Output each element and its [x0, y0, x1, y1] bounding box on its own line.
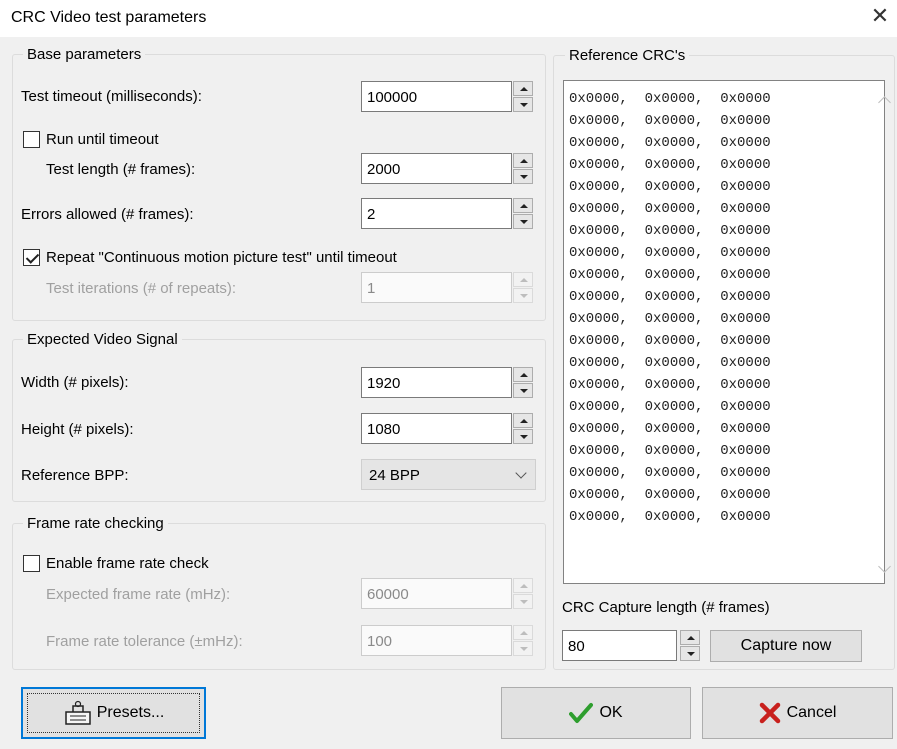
- crc-row: 0x0000, 0x0000, 0x0000: [569, 91, 771, 107]
- enable-frame-rate-label: Enable frame rate check: [46, 555, 209, 572]
- width-input[interactable]: 1920: [361, 367, 512, 398]
- spin-up-icon[interactable]: [513, 153, 533, 168]
- ok-button[interactable]: OK: [501, 687, 691, 739]
- run-until-timeout-label: Run until timeout: [46, 131, 159, 148]
- expected-frame-rate-spinner[interactable]: [513, 578, 533, 609]
- spin-up-icon[interactable]: [680, 630, 700, 645]
- repeat-test-label: Repeat "Continuous motion picture test" …: [46, 249, 397, 266]
- capture-length-spinner[interactable]: [680, 630, 700, 661]
- reference-crc-list: 0x0000, 0x0000, 0x0000 0x0000, 0x0000, 0x…: [569, 88, 771, 528]
- height-input[interactable]: 1080: [361, 413, 512, 444]
- crc-row: 0x0000, 0x0000, 0x0000: [569, 443, 771, 459]
- spin-down-icon[interactable]: [513, 97, 533, 112]
- test-iterations-spinner[interactable]: [513, 272, 533, 303]
- capture-length-label: CRC Capture length (# frames): [562, 599, 770, 616]
- crc-row: 0x0000, 0x0000, 0x0000: [569, 509, 771, 525]
- test-length-spinner[interactable]: [513, 153, 533, 184]
- spin-up-icon[interactable]: [513, 578, 533, 593]
- repeat-test-checkbox[interactable]: [23, 249, 40, 266]
- test-iterations-label: Test iterations (# of repeats):: [46, 280, 237, 297]
- reference-bpp-value: 24 BPP: [369, 467, 420, 484]
- ok-label: OK: [599, 704, 623, 721]
- width-label: Width (# pixels):: [21, 374, 129, 391]
- spin-up-icon[interactable]: [513, 413, 533, 428]
- crc-row: 0x0000, 0x0000, 0x0000: [569, 399, 771, 415]
- spin-up-icon[interactable]: [513, 625, 533, 640]
- capture-now-label: Capture now: [740, 637, 832, 654]
- test-length-input[interactable]: 2000: [361, 153, 512, 184]
- frame-rate-tolerance-spinner[interactable]: [513, 625, 533, 656]
- reference-bpp-label: Reference BPP:: [21, 467, 129, 484]
- cancel-x-icon: [759, 702, 780, 724]
- run-until-timeout-checkbox[interactable]: [23, 131, 40, 148]
- crc-row: 0x0000, 0x0000, 0x0000: [569, 289, 771, 305]
- spin-down-icon[interactable]: [513, 383, 533, 398]
- focus-rect: [27, 693, 200, 733]
- expected-video-signal-title: Expected Video Signal: [23, 331, 182, 348]
- spin-up-icon[interactable]: [513, 198, 533, 213]
- presets-button[interactable]: Presets...: [21, 687, 206, 739]
- errors-allowed-input[interactable]: 2: [361, 198, 512, 229]
- crc-row: 0x0000, 0x0000, 0x0000: [569, 113, 771, 129]
- crc-row: 0x0000, 0x0000, 0x0000: [569, 377, 771, 393]
- spin-down-icon[interactable]: [513, 641, 533, 656]
- spin-down-icon[interactable]: [513, 288, 533, 303]
- reference-bpp-select[interactable]: 24 BPP: [361, 459, 536, 490]
- crc-row: 0x0000, 0x0000, 0x0000: [569, 135, 771, 151]
- errors-allowed-spinner[interactable]: [513, 198, 533, 229]
- cancel-button[interactable]: Cancel: [702, 687, 893, 739]
- reference-crcs-title: Reference CRC's: [565, 47, 690, 64]
- test-timeout-spinner[interactable]: [513, 81, 533, 112]
- spin-down-icon[interactable]: [513, 429, 533, 444]
- frame-rate-tolerance-label: Frame rate tolerance (±mHz):: [46, 633, 243, 650]
- crc-row: 0x0000, 0x0000, 0x0000: [569, 157, 771, 173]
- crc-row: 0x0000, 0x0000, 0x0000: [569, 311, 771, 327]
- cancel-label: Cancel: [786, 704, 837, 721]
- crc-row: 0x0000, 0x0000, 0x0000: [569, 179, 771, 195]
- frame-rate-checking-title: Frame rate checking: [23, 515, 168, 532]
- height-label: Height (# pixels):: [21, 421, 134, 438]
- spin-down-icon[interactable]: [513, 594, 533, 609]
- crc-row: 0x0000, 0x0000, 0x0000: [569, 245, 771, 261]
- crc-row: 0x0000, 0x0000, 0x0000: [569, 465, 771, 481]
- crc-row: 0x0000, 0x0000, 0x0000: [569, 421, 771, 437]
- checkmark-icon: [569, 703, 594, 723]
- base-parameters-title: Base parameters: [23, 46, 146, 63]
- test-iterations-input[interactable]: 1: [361, 272, 512, 303]
- spin-up-icon[interactable]: [513, 81, 533, 96]
- capture-now-button[interactable]: Capture now: [710, 630, 862, 662]
- expected-frame-rate-input[interactable]: 60000: [361, 578, 512, 609]
- width-spinner[interactable]: [513, 367, 533, 398]
- close-icon[interactable]: ✕: [868, 4, 892, 28]
- height-spinner[interactable]: [513, 413, 533, 444]
- enable-frame-rate-checkbox[interactable]: [23, 555, 40, 572]
- frame-rate-tolerance-input[interactable]: 100: [361, 625, 512, 656]
- crc-row: 0x0000, 0x0000, 0x0000: [569, 355, 771, 371]
- test-length-label: Test length (# frames):: [46, 161, 196, 178]
- crc-row: 0x0000, 0x0000, 0x0000: [569, 223, 771, 239]
- spin-up-icon[interactable]: [513, 367, 533, 382]
- window-title: CRC Video test parameters: [11, 9, 207, 26]
- reference-crc-textarea[interactable]: 0x0000, 0x0000, 0x0000 0x0000, 0x0000, 0x…: [563, 80, 885, 584]
- errors-allowed-label: Errors allowed (# frames):: [21, 206, 194, 223]
- crc-row: 0x0000, 0x0000, 0x0000: [569, 487, 771, 503]
- spin-down-icon[interactable]: [513, 214, 533, 229]
- spin-down-icon[interactable]: [513, 169, 533, 184]
- spin-down-icon[interactable]: [680, 646, 700, 661]
- crc-row: 0x0000, 0x0000, 0x0000: [569, 267, 771, 283]
- capture-length-input[interactable]: 80: [562, 630, 677, 661]
- crc-row: 0x0000, 0x0000, 0x0000: [569, 333, 771, 349]
- spin-up-icon[interactable]: [513, 272, 533, 287]
- chevron-down-icon: [515, 467, 527, 479]
- crc-row: 0x0000, 0x0000, 0x0000: [569, 201, 771, 217]
- expected-frame-rate-label: Expected frame rate (mHz):: [46, 586, 231, 603]
- test-timeout-label: Test timeout (milliseconds):: [21, 88, 202, 105]
- test-timeout-input[interactable]: 100000: [361, 81, 512, 112]
